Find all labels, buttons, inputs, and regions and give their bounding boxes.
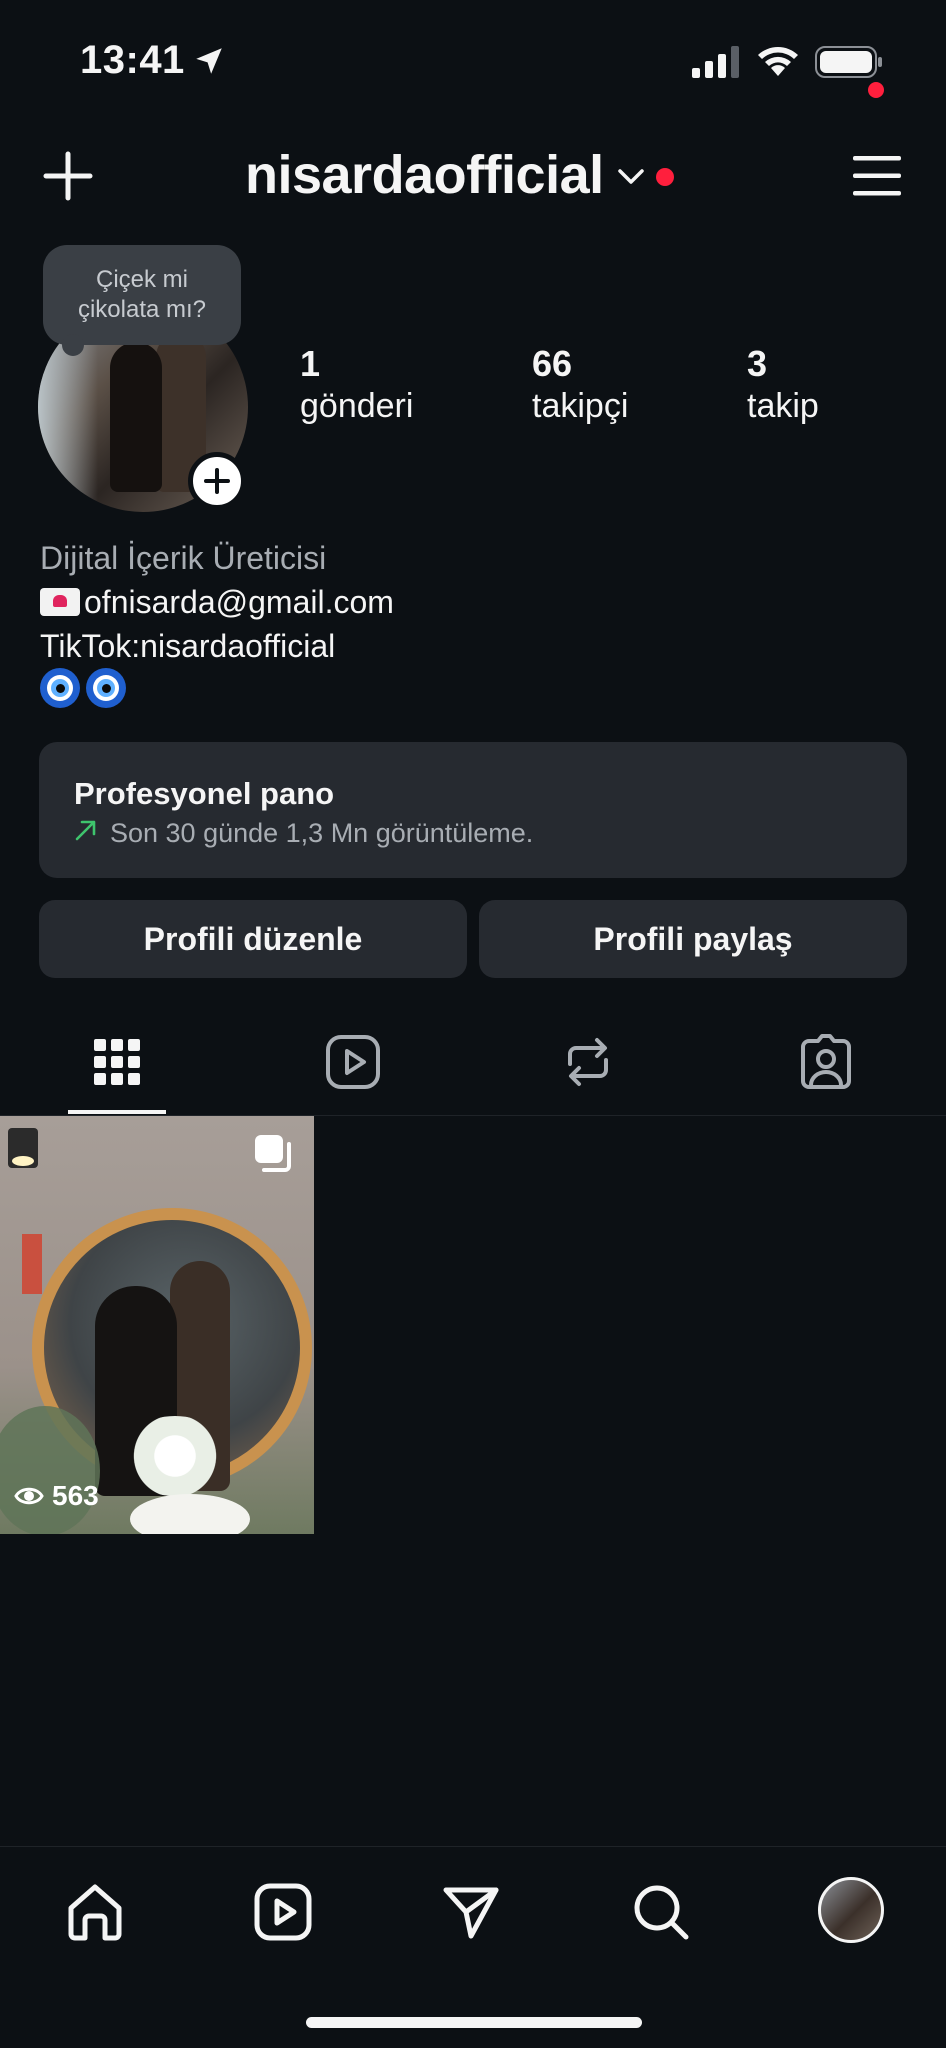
nazar-amulet-icon (86, 668, 126, 708)
stat-followers[interactable]: 66 takipçi (532, 344, 628, 428)
note-bubble[interactable]: Çiçek mi çikolata mı? (43, 245, 241, 345)
location-arrow-icon (192, 44, 226, 83)
dashboard-subtitle: Son 30 günde 1,3 Mn görüntüleme. (110, 818, 534, 848)
share-profile-button[interactable]: Profili paylaş (479, 900, 907, 978)
edit-profile-button[interactable]: Profili düzenle (39, 900, 467, 978)
nazar-amulet-icon (40, 668, 80, 708)
nav-messages[interactable] (436, 1877, 506, 1947)
tab-tagged[interactable] (796, 1032, 856, 1092)
active-tab-indicator (68, 1110, 166, 1114)
paper-plane-icon (443, 1887, 499, 1939)
battery-icon (815, 46, 883, 83)
add-story-plus-icon[interactable] (188, 452, 246, 510)
carousel-icon (252, 1132, 296, 1181)
posts-label: gönderi (300, 387, 414, 425)
home-icon (68, 1884, 122, 1941)
cellular-signal-icon (692, 46, 740, 83)
profile-notification-dot (868, 82, 884, 98)
status-bar: 13:41 (0, 0, 946, 120)
love-letter-icon (40, 588, 80, 616)
bio-email: ofnisarda@gmail.com (84, 584, 394, 620)
reposts-icon (568, 1038, 608, 1086)
bio-email-line: ofnisarda@gmail.com (40, 580, 394, 624)
nav-reels[interactable] (248, 1877, 318, 1947)
home-indicator[interactable] (306, 2017, 642, 2028)
profile-tabs (0, 1020, 946, 1116)
bio-category: Dijital İçerik Üreticisi (40, 540, 327, 576)
views-number: 563 (52, 1480, 99, 1511)
posts-count: 1 (300, 343, 321, 384)
followers-count: 66 (532, 343, 573, 384)
bio: Dijital İçerik Üreticisi ofnisarda@gmail… (40, 536, 394, 708)
eye-icon (14, 1487, 44, 1505)
professional-dashboard-card[interactable]: Profesyonel pano Son 30 günde 1,3 Mn gör… (39, 742, 907, 878)
stat-following[interactable]: 3 takip (747, 344, 819, 428)
note-line-2: çikolata mı? (77, 296, 207, 323)
post-thumbnail[interactable]: 563 (0, 1116, 314, 1534)
chevron-down-icon (617, 168, 644, 190)
tab-reels[interactable] (323, 1032, 383, 1092)
reels-icon (254, 1883, 312, 1941)
nav-search[interactable] (626, 1877, 696, 1947)
nav-home[interactable] (60, 1877, 130, 1947)
tagged-icon (801, 1034, 851, 1089)
tab-reposts[interactable] (558, 1032, 618, 1092)
hamburger-menu-icon[interactable] (852, 154, 902, 198)
reels-icon (326, 1035, 380, 1089)
following-label: takip (747, 387, 819, 425)
bio-emoji-line (40, 668, 394, 708)
notification-dot (655, 168, 674, 186)
stat-posts[interactable]: 1 gönderi (300, 344, 413, 428)
account-switcher[interactable]: nisardaofficial (245, 144, 674, 206)
post-view-count: 563 (14, 1480, 99, 1512)
status-time: 13:41 (80, 38, 185, 82)
nav-profile-avatar[interactable] (818, 1877, 884, 1943)
tab-grid[interactable] (87, 1032, 147, 1092)
search-icon (634, 1885, 689, 1940)
note-tail (62, 334, 84, 356)
note-line-1: Çiçek mi (95, 266, 188, 293)
dashboard-title: Profesyonel pano (74, 776, 335, 811)
create-plus-icon[interactable] (42, 150, 94, 202)
username-title: nisardaofficial (245, 145, 604, 205)
grid-icon (94, 1039, 140, 1085)
bio-tiktok: TikTok:nisardaofficial (40, 628, 336, 664)
profile-header: nisardaofficial (0, 140, 946, 210)
following-count: 3 (747, 343, 768, 384)
dashboard-subtitle-row: Son 30 günde 1,3 Mn görüntüleme. (74, 818, 533, 849)
followers-label: takipçi (532, 387, 629, 425)
trending-up-arrow-icon (74, 818, 98, 849)
wifi-icon (757, 44, 799, 83)
